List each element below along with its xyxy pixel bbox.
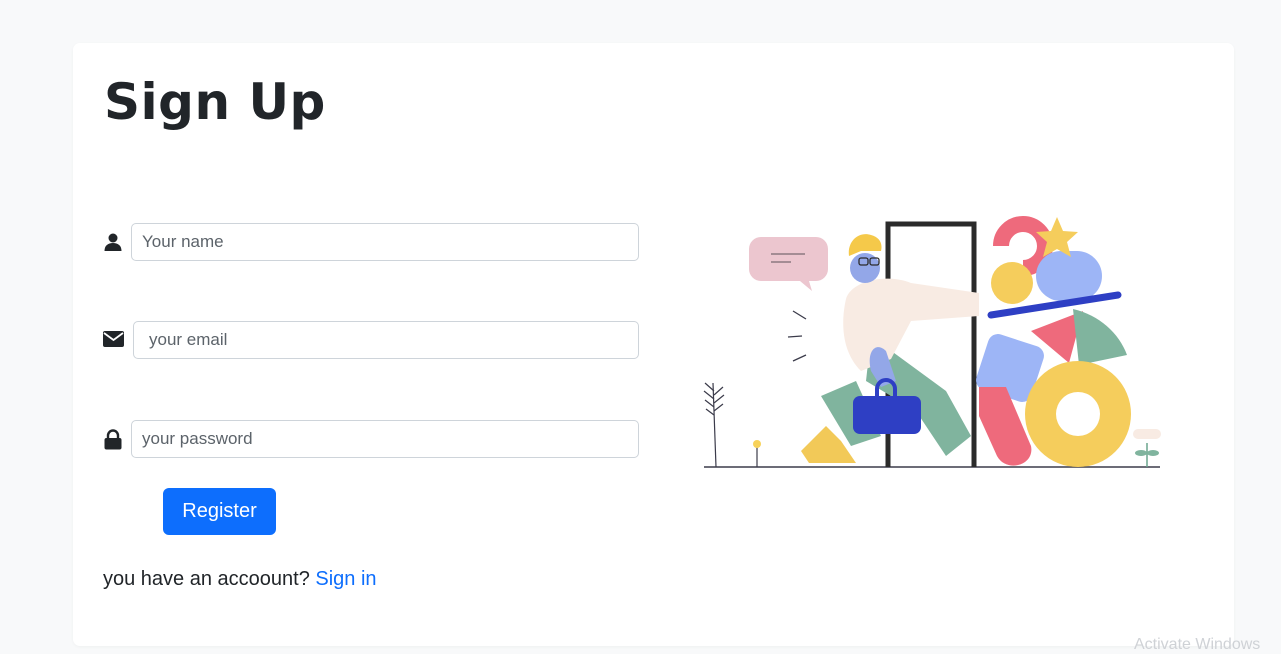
password-input[interactable] [131, 420, 639, 458]
email-row [103, 321, 639, 359]
signin-prompt: you have an accoount? Sign in [103, 568, 377, 591]
page-title: Sign Up [104, 73, 326, 131]
signup-illustration [701, 211, 1171, 481]
envelope-icon [103, 331, 124, 351]
password-row [103, 420, 639, 458]
account-prompt-text: you have an accoount? [103, 568, 310, 590]
email-input[interactable] [133, 321, 639, 359]
signin-link[interactable]: Sign in [315, 568, 376, 590]
register-button[interactable]: Register [163, 488, 276, 535]
lock-icon [103, 429, 123, 450]
user-icon [103, 232, 123, 252]
activation-watermark: Activate Windows [1134, 636, 1261, 653]
name-input[interactable] [131, 223, 639, 261]
name-row [103, 223, 639, 261]
signup-card: Sign Up Register y [73, 43, 1234, 646]
